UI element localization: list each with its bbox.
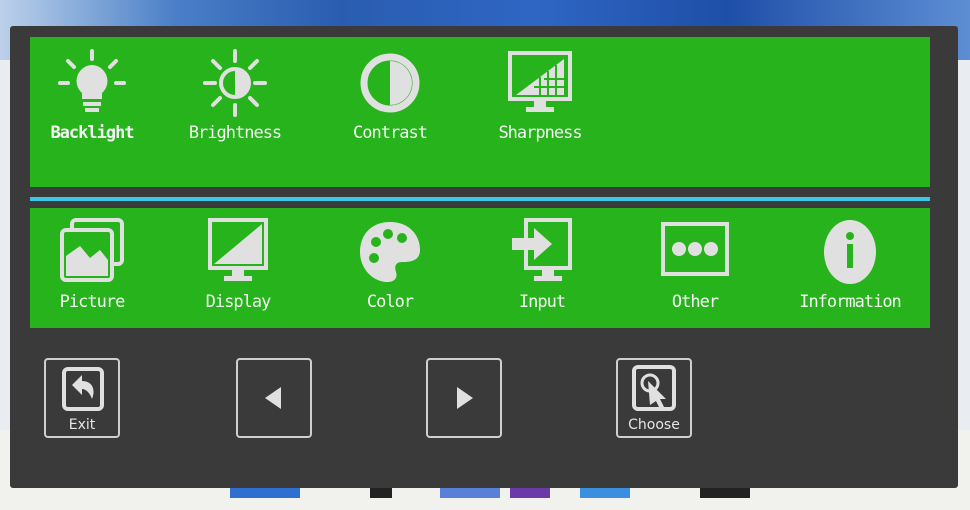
osd-main-menu: Picture Display Color Input Other Inform… <box>30 208 930 328</box>
menu-item-backlight[interactable]: Backlight <box>32 47 152 167</box>
menu-item-other[interactable]: Other <box>635 216 755 336</box>
taskbar-icon <box>230 488 300 498</box>
taskbar-icon <box>370 488 392 498</box>
menu-item-label: Information <box>799 292 902 312</box>
menu-item-label: Brightness <box>188 123 282 143</box>
right-button[interactable] <box>426 358 502 438</box>
taskbar-icon <box>580 488 630 498</box>
palette-icon <box>360 222 420 282</box>
choose-label: Choose <box>628 417 680 433</box>
menu-item-color[interactable]: Color <box>330 216 450 336</box>
right-arrow-icon <box>457 387 473 409</box>
menu-item-sharpness[interactable]: Sharpness <box>480 47 600 167</box>
touch-icon <box>632 365 676 411</box>
return-icon <box>62 367 104 411</box>
choose-button[interactable]: Choose <box>616 358 692 438</box>
menu-item-picture[interactable]: Picture <box>32 216 152 336</box>
contrast-icon <box>360 53 420 113</box>
exit-label: Exit <box>68 417 96 433</box>
taskbar-icon <box>440 488 500 498</box>
taskbar-icon <box>510 488 550 498</box>
menu-item-contrast[interactable]: Contrast <box>330 47 450 167</box>
menu-item-label: Display <box>205 292 272 312</box>
menu-item-information[interactable]: Information <box>790 216 910 336</box>
exit-button[interactable]: Exit <box>44 358 120 438</box>
menu-item-label: Backlight <box>50 123 134 143</box>
sharpness-monitor-icon <box>508 51 572 112</box>
picture-icon <box>60 218 124 282</box>
input-arrow-icon <box>512 218 572 281</box>
menu-item-label: Contrast <box>353 123 428 143</box>
osd-picture-submenu: Backlight Brightness Contrast Sharpness <box>30 37 930 187</box>
menu-item-label: Picture <box>59 292 126 312</box>
menu-item-input[interactable]: Input <box>482 216 602 336</box>
info-icon <box>824 220 876 284</box>
display-monitor-icon <box>208 218 268 281</box>
left-button[interactable] <box>236 358 312 438</box>
sun-icon <box>203 49 267 117</box>
lightbulb-icon <box>58 49 126 112</box>
menu-item-label: Sharpness <box>498 123 582 143</box>
taskbar-icon <box>700 488 750 498</box>
menu-item-display[interactable]: Display <box>178 216 298 336</box>
menu-item-label: Input <box>518 292 566 312</box>
menu-item-brightness[interactable]: Brightness <box>175 47 295 167</box>
left-arrow-icon <box>265 387 281 409</box>
menu-item-label: Color <box>366 292 414 312</box>
menu-separator <box>30 197 930 201</box>
menu-item-label: Other <box>671 292 719 312</box>
dots-icon <box>661 222 729 276</box>
